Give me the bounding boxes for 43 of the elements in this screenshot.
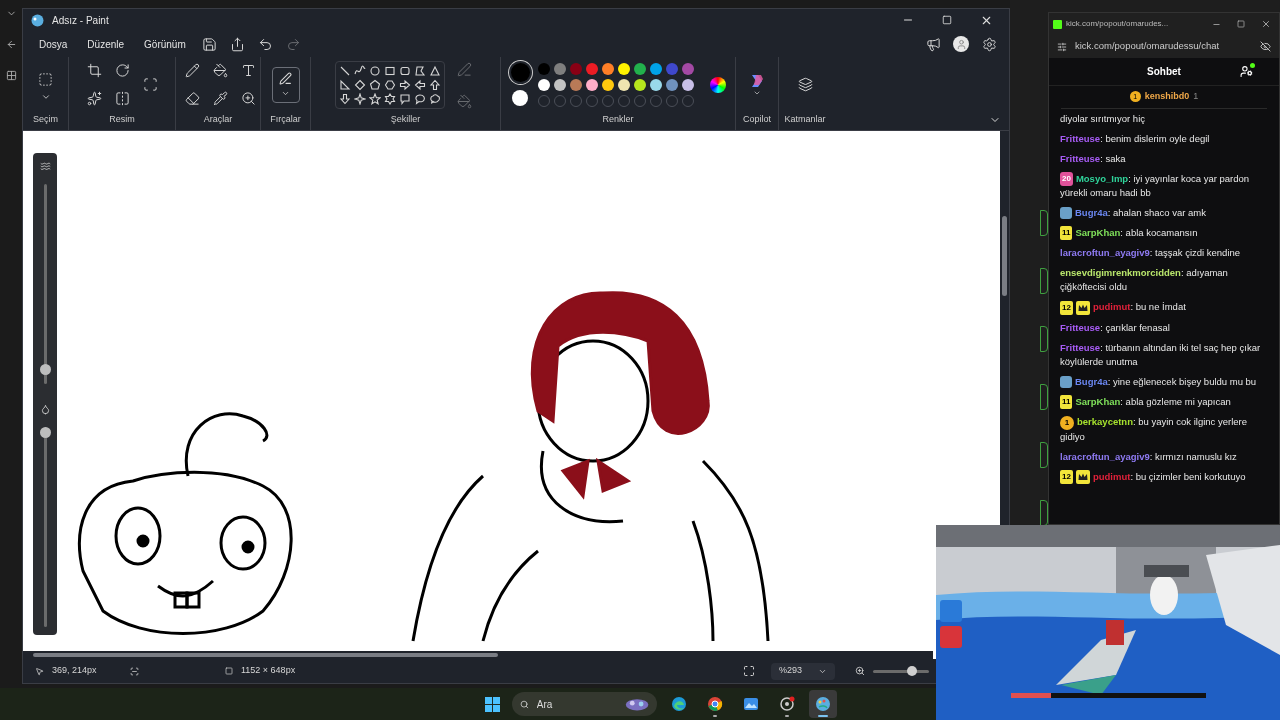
ribbon-group-label: Araçlar (203, 112, 233, 126)
chat-message: 12 pudimut: bu ne İmdat (1060, 300, 1187, 315)
window-title: Adsız - Paint (52, 13, 109, 28)
chat-message: Bugr4a: yine eğlenecek bişey buldu mu bu (1060, 374, 1268, 389)
chat-message: laracroftun_ayagiv9: kırmızı namuslu kız (1060, 449, 1238, 464)
chat-message: 12 pudimut: bu çizimler beni korkutuyo (1060, 469, 1268, 485)
ribbon-group-label: Seçim (33, 112, 58, 126)
subscriber-badge: 12 (1060, 300, 1073, 315)
zoom-dropdown[interactable]: %293 (770, 662, 835, 680)
ribbon-group-label: Katmanlar (784, 112, 826, 126)
chat-message: diyolar sırıtmıyor hiç (1060, 111, 1146, 126)
ribbon-group-label: Renkler (602, 112, 634, 126)
menu-item[interactable]: Düzenle (79, 36, 133, 52)
chat-message: 20 Mosyo_Imp: iyi yayınlar koca yar pardon yürekli omaru hadi bb (1060, 171, 1251, 200)
menu-item[interactable]: Dosya (31, 36, 76, 52)
gift-count: 1 (1193, 90, 1199, 103)
subscriber-badge: 1 (1060, 415, 1074, 430)
chat-message: 1 berkaycetnn: bu yayin cok ilginc yerlere gidiyo (1060, 415, 1249, 444)
chat-message: Fritteuse: saka (1060, 151, 1127, 166)
menu-item[interactable]: Görünüm (136, 36, 194, 52)
cursor-position: 369, 214px (52, 664, 98, 678)
chat-message: Bugr4a: ahalan shaco var amk (1060, 206, 1268, 220)
browser-tab-title: kick.com/popout/omarudes... (1066, 18, 1169, 30)
chat-message: Fritteuse: çarıklar fenasal (1060, 320, 1171, 335)
chat-message: 11 SarpKhan: abla kocamansın (1060, 226, 1268, 241)
subscriber-badge: 11 (1060, 226, 1073, 241)
chat-message: 11 SarpKhan: abla gözleme mi yapıcan (1060, 394, 1268, 410)
ribbon-group-label: Resim (109, 112, 135, 126)
canvas-size: 1152 × 648px (241, 664, 296, 678)
search-bar[interactable]: Ara (512, 692, 657, 716)
chat-message: Fritteuse: benim dislerim oyle degil (1060, 131, 1211, 146)
ribbon-group-label: Fırçalar (270, 112, 301, 126)
subscriber-badge: 12 (1060, 470, 1073, 485)
chat-message: Fritteuse: türbanın altından iki tel saç hep çıkar köylülerde unutma (1060, 340, 1262, 369)
subscriber-badge: 11 (1060, 395, 1073, 410)
chat-message: ensevdigimrenkmorcidden: adıyaman çiğköftecisi oldu (1060, 266, 1229, 295)
pinned-user[interactable]: kenshibd0 (1144, 90, 1190, 104)
ribbon-group-label: Copilot (743, 112, 771, 126)
chat-header: Sohbet (1147, 65, 1181, 79)
ribbon-group-label: Şekiller (390, 113, 421, 126)
chat-message: laracroftun_ayagiv9: taşşak çizdi kendine (1060, 246, 1242, 261)
subscriber-badge: 20 (1060, 172, 1073, 186)
search-input[interactable]: Ara (536, 696, 617, 712)
